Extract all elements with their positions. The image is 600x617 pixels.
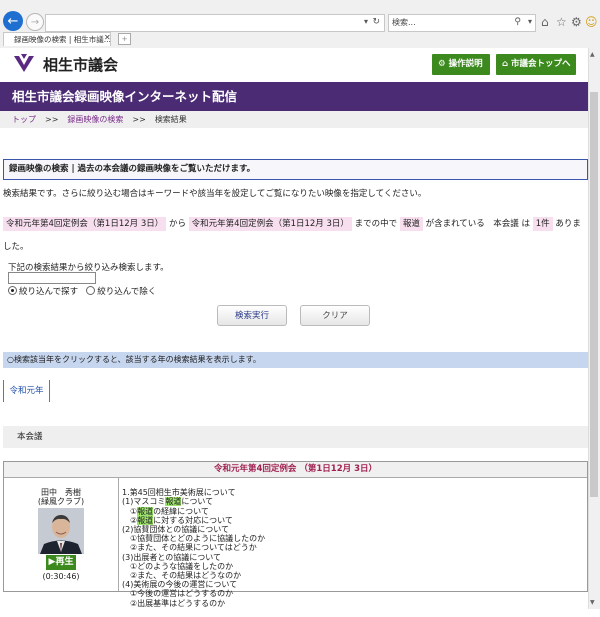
help-button-label: 操作説明 [448,59,483,69]
city-emblem-icon [12,53,36,80]
speaker-photo [38,508,84,554]
agenda-item: (3)出展者との協議について [122,552,222,562]
site-title[interactable]: 相生市議会 [43,54,118,75]
browser-search-placeholder: 検索... [392,18,416,27]
browser-tab[interactable]: 録画映像の検索 | 相生市議... [3,32,111,46]
agenda-item: ②また、その結果はどうなのか [122,571,242,581]
breadcrumb-sep: >> [45,115,59,124]
search-condition: 令和元年第4回定例会（第1日12月 3日） から 令和元年第4回定例会（第1日1… [3,213,588,259]
play-label: 再生 [55,557,74,567]
scroll-down-arrow-icon[interactable]: ▼ [590,599,595,606]
dropdown-icon[interactable]: ▾ [528,17,532,26]
search-execute-button[interactable]: 検索実行 [217,305,287,326]
refresh-icon[interactable]: ↻ [372,17,380,27]
cond-to: 令和元年第4回定例会（第1日12月 3日） [188,217,352,231]
agenda-item: ②また、その結果についてはどうか [122,543,257,553]
cond-count: 1件 [532,217,553,231]
search-section-title: 録画映像の検索 | 過去の本会議の録画映像をご覧いただけます。 [3,159,588,180]
agenda-item: ②出展基準はどうするのか [122,598,226,608]
help-button[interactable]: ⚙ 操作説明 [432,54,490,75]
smiley-icon[interactable]: ☺ [585,15,598,29]
dropdown-icon[interactable]: ▾ [364,17,368,26]
breadcrumb-current: 検索結果 [154,115,187,124]
new-tab-icon[interactable]: + [118,33,131,45]
council-top-label: 市議会トップへ [511,59,571,69]
home-icon: ⌂ [502,59,512,69]
narrow-mode-radios: 絞り込んで探す 絞り込んで除く [8,285,156,297]
cond-made: までの中で [354,219,398,229]
home-icon[interactable]: ⌂ [541,15,549,29]
radio-exclude-label[interactable]: 絞り込んで除く [97,287,156,297]
address-bar[interactable]: ▾ ↻ [45,14,385,32]
radio-narrow-label[interactable]: 絞り込んで探す [19,287,78,297]
agenda-item: (2)協賛団体との協議について [122,525,230,535]
forward-arrow-icon[interactable]: → [26,13,44,31]
browser-search-field[interactable]: 検索... ⚲ ▾ [388,14,536,32]
breadcrumb-top[interactable]: トップ [12,115,36,124]
radio-exclude[interactable] [86,286,96,295]
magnifier-icon[interactable]: ⚲ [514,17,521,27]
year-tab-reiwa1[interactable]: 令和元年 [3,380,50,402]
close-tab-icon[interactable]: ✕ [104,33,111,42]
speaker-name-text: 田中 秀樹 [41,488,81,497]
council-top-button[interactable]: ⌂ 市議会トップへ [496,54,576,75]
keyword-mark: 報道 [165,497,182,507]
scroll-up-arrow-icon[interactable]: ▲ [590,51,595,58]
clear-button[interactable]: クリア [300,305,370,326]
cond-from: 令和元年第4回定例会（第1日12月 3日） [3,217,167,231]
gear-icon: ⚙ [438,59,449,69]
agenda-item: ①今後の運営はどうするのか [122,589,234,599]
keyword-mark: 報道 [137,506,154,516]
agenda-item: ①どのような協議をしたのか [122,561,234,571]
agenda-list: 1.第45回相生市美術展について (1)マスコミ報道について ①報道の経緯について… [122,479,422,617]
back-arrow-icon[interactable]: ← [3,11,23,31]
play-button[interactable]: ▶再生 [46,555,76,570]
breadcrumb-video-search[interactable]: 録画映像の検索 [67,115,123,124]
meeting-type-heading: 本会議 [3,426,588,448]
page-banner: 相生市議会録画映像インターネット配信 [0,82,588,111]
result-description: 検索結果です。さらに絞り込む場合はキーワードや該当年を設定してご覧になりたい映像… [3,189,427,199]
speaker-name: 田中 秀樹 (緑風クラブ) [4,488,118,506]
agenda-item: (1)マスコミ報道について [122,497,214,507]
scrollbar-thumb[interactable] [590,92,598,497]
favorites-star-icon[interactable]: ☆ [556,15,567,29]
agenda-item: ①報道の経緯について [122,506,209,516]
settings-gear-icon[interactable]: ⚙ [571,15,582,29]
narrow-search-input[interactable] [8,272,96,284]
breadcrumb: トップ >> 録画映像の検索 >> 検索結果 [0,111,588,128]
breadcrumb-sep: >> [132,115,146,124]
radio-narrow[interactable] [8,286,17,295]
agenda-item: ②報道に対する対応について [122,515,233,525]
cond-kara: から [168,219,186,229]
cond-included: が含まれている 本会議 は [425,219,531,229]
keyword-mark: 報道 [137,515,154,525]
year-note: ○検索該当年をクリックすると、該当する年の検索結果を表示します。 [3,352,588,368]
session-header: 令和元年第4回定例会 （第1日12月 3日） [4,462,587,478]
speaker-group: (緑風クラブ) [37,497,85,506]
cond-keyword: 報道 [399,217,423,231]
video-duration: (0:30:46) [42,572,80,581]
